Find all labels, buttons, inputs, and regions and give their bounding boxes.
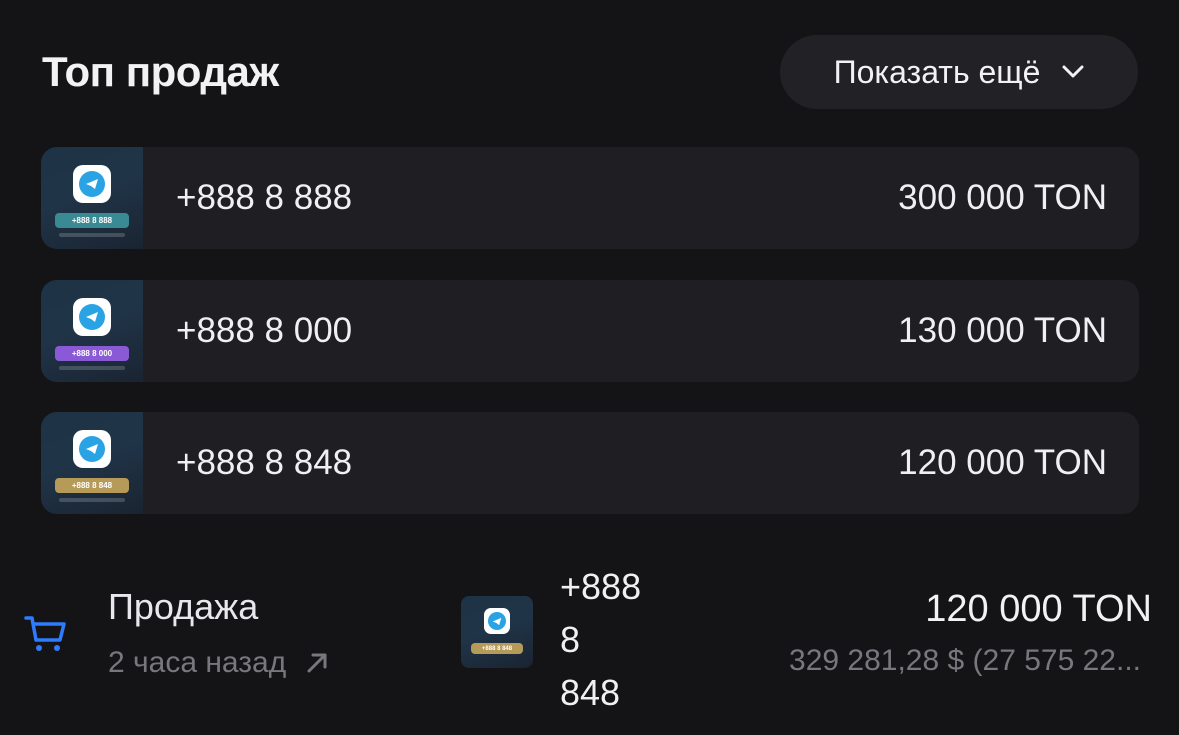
- page-title: Топ продаж: [42, 48, 279, 95]
- thumbnail-caption: [59, 233, 125, 237]
- show-more-button[interactable]: Показать ещё: [780, 35, 1138, 109]
- phone-number: +888 8 888: [176, 178, 353, 217]
- number-line: 8: [560, 619, 581, 660]
- sale-price: 300 000 TON: [898, 178, 1107, 217]
- top-sale-row[interactable]: +888 8 888 +888 8 888 300 000 TON: [41, 147, 1139, 249]
- thumbnail-caption: [59, 366, 125, 370]
- sale-price: 120 000 TON: [925, 588, 1152, 630]
- telegram-icon: [484, 608, 510, 634]
- telegram-icon: [73, 165, 111, 203]
- number-badge: +888 8 000: [55, 346, 129, 361]
- sale-time: 2 часа назад: [108, 646, 287, 679]
- phone-number: +888 8 000: [176, 311, 353, 350]
- sale-price: 120 000 TON: [898, 443, 1107, 482]
- number-badge: +888 8 888: [55, 213, 129, 228]
- telegram-icon: [73, 430, 111, 468]
- phone-number: +888 8 848: [176, 443, 353, 482]
- cart-icon: [24, 616, 66, 651]
- number-thumbnail: +888 8 000: [41, 280, 143, 382]
- chevron-down-icon: [1062, 65, 1084, 78]
- top-sale-row[interactable]: +888 8 000 +888 8 000 130 000 TON: [41, 280, 1139, 382]
- number-thumbnail: +888 8 848: [461, 596, 533, 668]
- number-line: +888: [560, 566, 642, 607]
- sale-price: 130 000 TON: [898, 311, 1107, 350]
- show-more-label: Показать ещё: [833, 53, 1041, 90]
- number-thumbnail: +888 8 848: [41, 412, 143, 514]
- sale-phone-number: +888 8 848: [560, 560, 670, 719]
- telegram-icon: [73, 298, 111, 336]
- number-badge: +888 8 848: [55, 478, 129, 493]
- number-line: 848: [560, 672, 621, 713]
- sale-type-label: Продажа: [108, 586, 259, 627]
- number-badge: +888 8 848: [471, 643, 523, 654]
- top-sale-row[interactable]: +888 8 848 +888 8 848 120 000 TON: [41, 412, 1139, 514]
- arrow-up-right-icon: [307, 653, 327, 673]
- number-thumbnail: +888 8 888: [41, 147, 143, 249]
- sale-time-link[interactable]: 2 часа назад: [108, 646, 330, 680]
- thumbnail-caption: [59, 498, 125, 502]
- recent-sale-item[interactable]: Продажа 2 часа назад +888 8 848 +888 8 8…: [0, 548, 1179, 718]
- sale-usd-value: 329 281,28 $ (27 575 22...: [789, 644, 1141, 677]
